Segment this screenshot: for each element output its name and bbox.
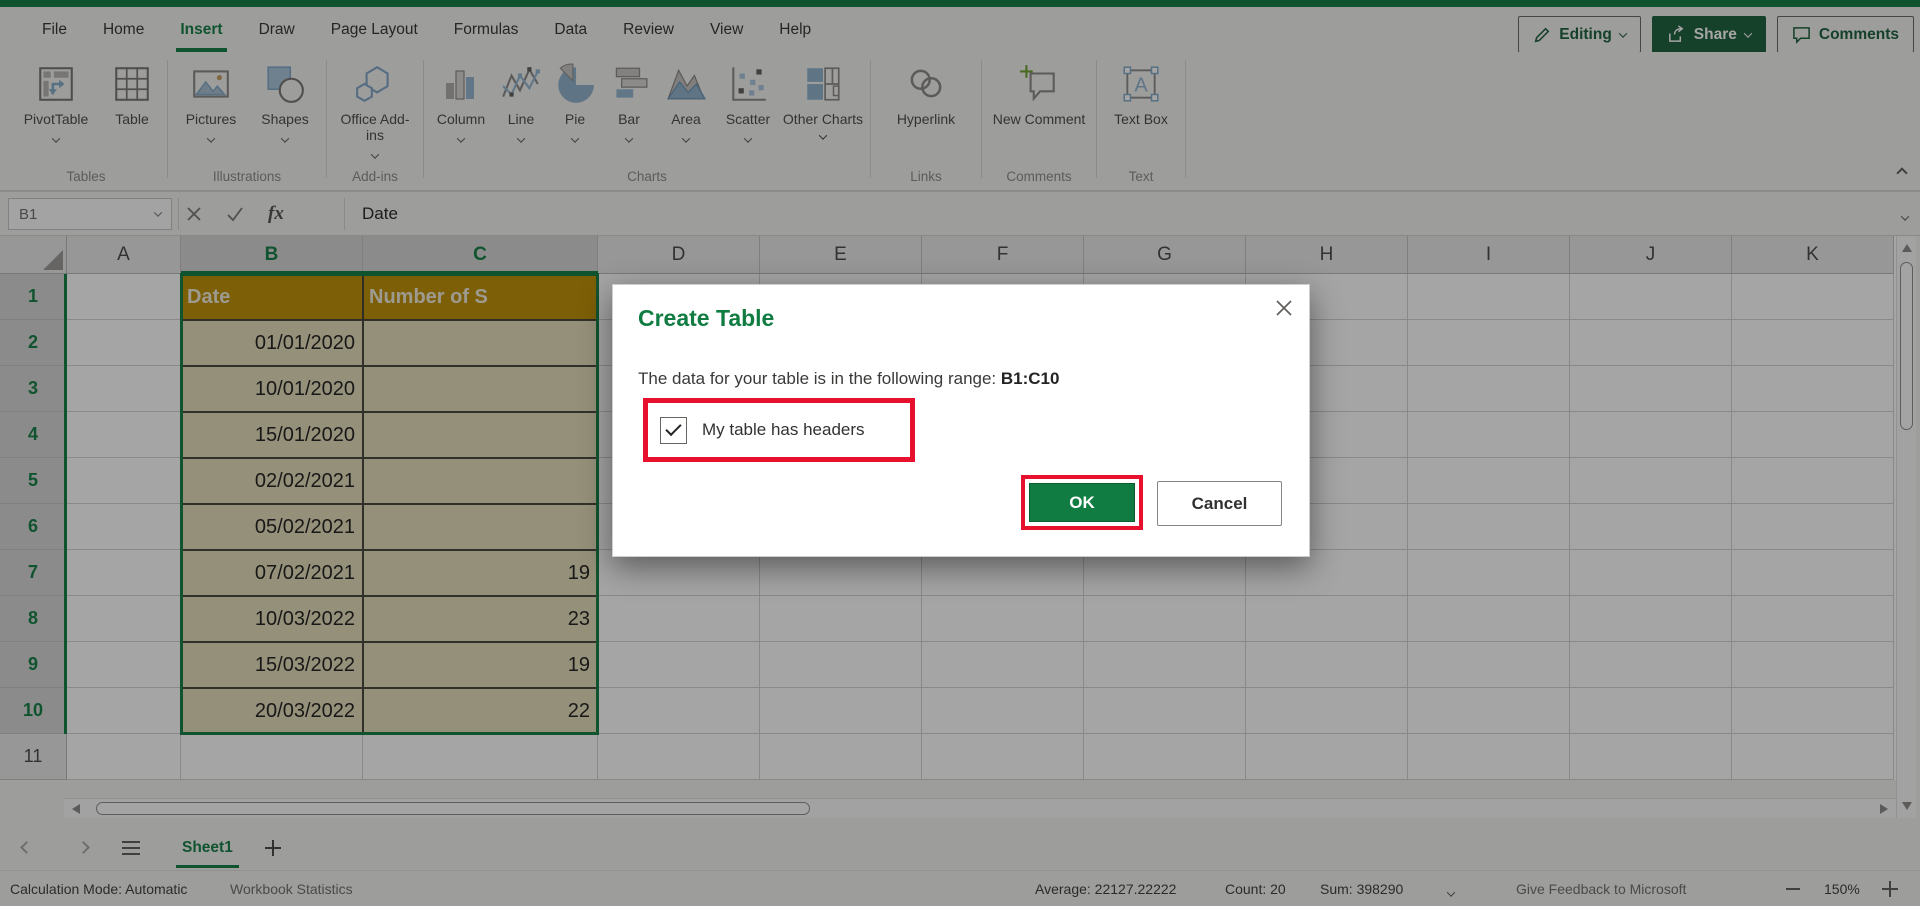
checkbox-label: My table has headers	[702, 420, 865, 439]
dialog-body-text: The data for your table is in the follow…	[638, 369, 1060, 388]
checkmark-icon	[665, 419, 682, 436]
close-icon[interactable]	[1273, 297, 1295, 319]
table-range: B1:C10	[1000, 369, 1060, 388]
ok-annotation-box: OK	[1021, 475, 1143, 530]
my-table-has-headers-checkbox[interactable]	[660, 416, 687, 444]
ok-button[interactable]: OK	[1029, 483, 1135, 522]
dialog-title: Create Table	[638, 305, 775, 331]
cancel-button[interactable]: Cancel	[1157, 481, 1282, 526]
create-table-dialog: Create Table The data for your table is …	[612, 284, 1310, 557]
checkbox-annotation-box: My table has headers	[643, 398, 915, 462]
excel-online-app: File Home Insert Draw Page Layout Formul…	[0, 0, 1920, 906]
